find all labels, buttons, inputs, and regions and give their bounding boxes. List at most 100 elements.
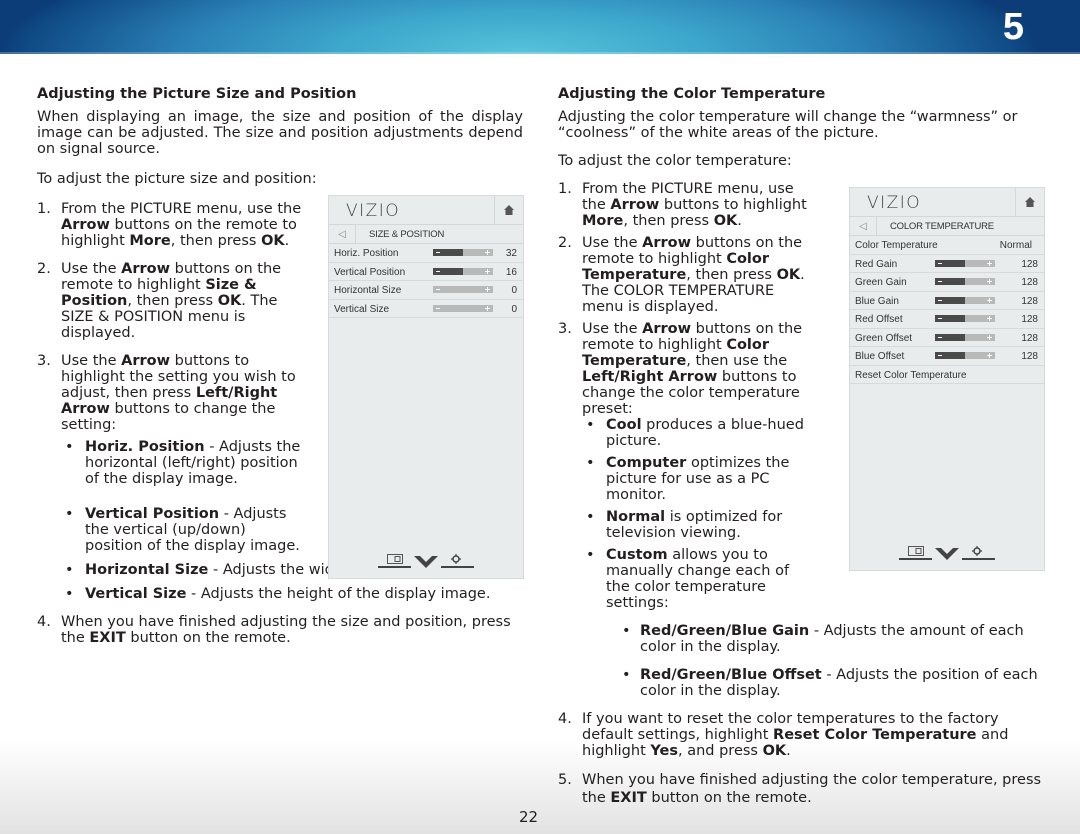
menu-row-color-temperature[interactable]: Color Temperature Normal xyxy=(850,236,1044,255)
setting-value: 128 xyxy=(1021,258,1038,270)
plus-icon xyxy=(987,260,992,266)
preset-computer: • Computer optimizes the picture for use … xyxy=(586,455,790,503)
plus-icon xyxy=(485,268,490,274)
setting-slider[interactable] xyxy=(935,259,995,267)
settings-gear-icon[interactable] xyxy=(451,554,461,564)
plus-icon xyxy=(485,305,490,311)
setting-slider[interactable] xyxy=(433,249,493,256)
setting-value: 128 xyxy=(1021,295,1038,307)
plus-icon xyxy=(987,353,992,358)
step-3: 3. Use the Arrow buttons to highlight th… xyxy=(37,353,296,433)
setting-value: 128 xyxy=(1021,277,1038,288)
chapter-header-bar: 5 xyxy=(0,0,1080,54)
menu-row-blue-gain[interactable]: Blue Gain 128 xyxy=(850,292,1044,310)
menu-title: SIZE & POSITION xyxy=(369,229,445,240)
step-2: 2. Use the Arrow buttons on the remote t… xyxy=(558,235,805,315)
section-heading: Adjusting the Color Temperature xyxy=(558,86,826,102)
back-arrow-icon[interactable]: ◁ xyxy=(850,217,877,235)
intro-paragraph: When displaying an image, the size and p… xyxy=(37,109,523,157)
step-4: 4. If you want to reset the color temper… xyxy=(558,711,1009,759)
setting-label: Horizontal Size xyxy=(334,285,402,296)
setting-label: Blue Gain xyxy=(855,295,899,307)
plus-icon xyxy=(485,250,490,255)
minus-icon xyxy=(436,307,440,309)
setting-label: Green Gain xyxy=(855,277,907,288)
step-4: 4. When you have finished adjusting the … xyxy=(37,614,511,646)
preset-cool: • Cool produces a blue-hued picture. xyxy=(586,417,804,449)
menu-bottom-bar xyxy=(329,552,523,568)
minus-icon xyxy=(938,299,942,301)
menu-row-vertical-position[interactable]: Vertical Position 16 xyxy=(329,263,523,281)
bullet-vertical-position: • Vertical Position - Adjusts the vertica… xyxy=(65,506,300,554)
color-temperature-menu: VIZIO ◁ COLOR TEMPERATURE Color Temperat… xyxy=(849,187,1045,571)
vizio-v-icon[interactable] xyxy=(414,556,438,568)
back-arrow-icon[interactable]: ◁ xyxy=(329,225,356,243)
menu-bottom-bar xyxy=(850,544,1044,560)
custom-offset: • Red/Green/Blue Offset - Adjusts the pos… xyxy=(622,667,1038,699)
menu-row-horizontal-size[interactable]: Horizontal Size 0 xyxy=(329,281,523,300)
minus-icon xyxy=(938,318,942,319)
step-5: 5. When you have finished adjusting the … xyxy=(558,772,1042,806)
setting-label: Red Gain xyxy=(855,258,898,270)
setting-value: 32 xyxy=(505,248,517,259)
setting-slider[interactable] xyxy=(935,278,995,285)
plus-icon xyxy=(987,316,992,321)
setting-label: Vertical Size xyxy=(334,303,390,315)
setting-label: Red Offset xyxy=(855,314,903,325)
vizio-logo: VIZIO xyxy=(867,193,922,213)
step-1: 1. From the PICTURE menu, use the Arrow … xyxy=(37,201,302,249)
setting-slider[interactable] xyxy=(433,304,493,312)
plus-icon xyxy=(987,279,992,284)
minus-icon xyxy=(938,336,942,338)
setting-value: 0 xyxy=(511,285,517,296)
minus-icon xyxy=(938,262,942,264)
menu-row-red-gain[interactable]: Red Gain 128 xyxy=(850,255,1044,273)
plus-icon xyxy=(987,334,992,340)
step-1: 1. From the PICTURE menu, use the Arrow … xyxy=(558,181,807,229)
input-icon[interactable] xyxy=(908,546,924,556)
chapter-number: 5 xyxy=(1002,6,1024,48)
setting-value: 128 xyxy=(1021,314,1038,325)
input-icon[interactable] xyxy=(387,554,403,564)
setting-slider[interactable] xyxy=(935,296,995,304)
menu-row-reset-color-temperature[interactable]: Reset Color Temperature xyxy=(850,366,1044,384)
menu-row-green-offset[interactable]: Green Offset 128 xyxy=(850,329,1044,347)
lead-paragraph: To adjust the color temperature: xyxy=(558,153,792,169)
menu-row-green-gain[interactable]: Green Gain 128 xyxy=(850,273,1044,292)
setting-value: 0 xyxy=(511,303,517,315)
setting-slider[interactable] xyxy=(935,315,995,322)
home-icon[interactable] xyxy=(1015,188,1044,216)
page-number: 22 xyxy=(519,808,539,826)
plus-icon xyxy=(987,297,992,303)
setting-slider[interactable] xyxy=(433,286,493,293)
section-heading: Adjusting the Picture Size and Position xyxy=(37,86,357,102)
step-3: 3. Use the Arrow buttons on the remote t… xyxy=(558,321,803,417)
setting-slider[interactable] xyxy=(433,267,493,275)
intro-paragraph: Adjusting the color temperature will cha… xyxy=(558,109,1018,141)
bullet-vertical-size: • Vertical Size - Adjusts the height of t… xyxy=(65,586,491,602)
minus-icon xyxy=(436,289,440,290)
bullet-horiz-position: • Horiz. Position - Adjusts the horizonta… xyxy=(65,439,301,487)
menu-row-blue-offset[interactable]: Blue Offset 128 xyxy=(850,347,1044,366)
home-icon[interactable] xyxy=(494,196,523,224)
setting-label: Vertical Position xyxy=(334,266,406,278)
minus-icon xyxy=(436,270,440,272)
preset-normal: • Normal is optimized for television view… xyxy=(586,509,783,541)
setting-value: 16 xyxy=(505,266,517,278)
step-2: 2. Use the Arrow buttons on the remote t… xyxy=(37,261,282,341)
minus-icon xyxy=(938,281,942,282)
menu-row-horiz-position[interactable]: Horiz. Position 32 xyxy=(329,244,523,263)
vizio-logo: VIZIO xyxy=(346,201,401,221)
plus-icon xyxy=(485,287,490,292)
menu-row-red-offset[interactable]: Red Offset 128 xyxy=(850,310,1044,329)
setting-label: Green Offset xyxy=(855,332,913,344)
setting-value: 128 xyxy=(1021,351,1038,362)
preset-custom: • Custom allows you to manually change ea… xyxy=(586,547,790,611)
vizio-v-icon[interactable] xyxy=(935,548,959,560)
setting-label: Blue Offset xyxy=(855,351,905,362)
settings-gear-icon[interactable] xyxy=(972,546,982,556)
minus-icon xyxy=(436,252,440,253)
setting-slider[interactable] xyxy=(935,352,995,359)
menu-row-vertical-size[interactable]: Vertical Size 0 xyxy=(329,300,523,318)
setting-slider[interactable] xyxy=(935,333,995,341)
